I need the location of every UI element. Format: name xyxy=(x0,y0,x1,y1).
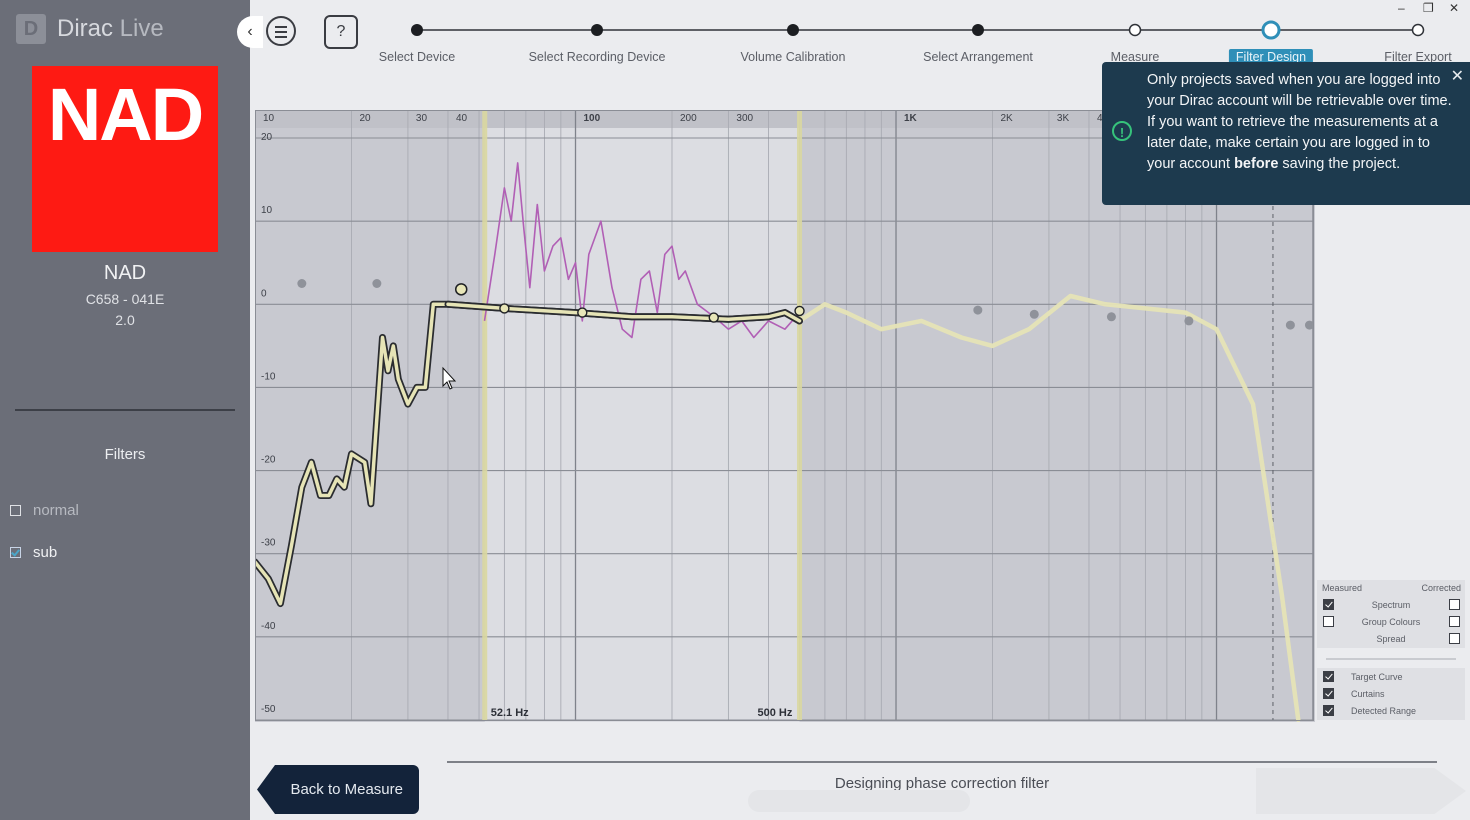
next-button-placeholder xyxy=(1256,768,1466,814)
filter-item-sub[interactable]: sub xyxy=(10,542,57,562)
progress-line xyxy=(447,761,1437,763)
progress-bar-placeholder xyxy=(748,790,970,812)
close-window-icon[interactable]: ✕ xyxy=(1449,1,1459,15)
legend-display-options: Measured Corrected Spectrum Group Colour… xyxy=(1317,580,1465,648)
legend-option-label: Target Curve xyxy=(1351,672,1403,682)
toast-message: Only projects saved when you are logged … xyxy=(1147,70,1452,175)
x-tick-label: 100 xyxy=(584,113,601,124)
filter-label: sub xyxy=(33,543,58,561)
info-exclamation-icon: ! xyxy=(1112,121,1132,141)
legend-row-label: Spectrum xyxy=(1371,600,1411,610)
step-dot-done xyxy=(411,24,423,36)
login-info-toast: ! Only projects saved when you are logge… xyxy=(1102,62,1470,205)
step-label[interactable]: Select Arrangement xyxy=(923,50,1033,64)
device-channels: 2.0 xyxy=(115,312,135,328)
legend-option-label: Curtains xyxy=(1351,689,1385,699)
target-control-point xyxy=(577,307,588,318)
filters-title: Filters xyxy=(104,446,146,463)
step-dot-active xyxy=(1261,20,1281,40)
close-icon[interactable]: ✕ xyxy=(1451,66,1464,86)
x-tick-label: 2K xyxy=(1000,113,1013,124)
reference-point xyxy=(973,305,983,315)
restore-icon[interactable]: ❐ xyxy=(1423,1,1434,15)
curtain-label: 52.1 Hz xyxy=(491,707,529,719)
spread-corrected-checkbox[interactable] xyxy=(1449,633,1460,644)
step-label[interactable]: Select Device xyxy=(379,50,455,64)
toast-text-after: saving the project. xyxy=(1278,156,1401,172)
x-tick-label: 20 xyxy=(359,113,371,124)
x-tick-label: 3K xyxy=(1057,113,1070,124)
spectrum-corrected-checkbox[interactable] xyxy=(1449,599,1460,610)
reference-point xyxy=(1184,316,1194,326)
target-control-point xyxy=(794,305,805,317)
step-dot-done xyxy=(787,24,799,36)
reference-point xyxy=(1106,312,1116,322)
minimize-icon[interactable]: – xyxy=(1398,1,1405,15)
legend-separator xyxy=(1326,658,1456,660)
step-dot-done xyxy=(591,24,603,36)
curtain-handle xyxy=(482,110,488,720)
y-tick-label: 10 xyxy=(261,205,273,216)
toast-text-bold: before xyxy=(1234,156,1279,172)
curtains-checkbox[interactable] xyxy=(1323,688,1334,699)
legend-row-label: Group Colours xyxy=(1361,617,1421,627)
x-tick-label: 40 xyxy=(456,113,468,124)
y-tick-label: 20 xyxy=(261,132,273,143)
brand-logo: NAD xyxy=(32,66,218,252)
step-dot-todo xyxy=(1128,23,1142,37)
step-dot-done xyxy=(972,24,984,36)
legend-option-label: Detected Range xyxy=(1351,706,1417,716)
y-tick-label: 0 xyxy=(261,288,267,299)
detected-range-checkbox[interactable] xyxy=(1323,705,1334,716)
target-control-point xyxy=(454,283,468,296)
legend-overlay-options: Target Curve Curtains Detected Range xyxy=(1317,668,1465,720)
device-name: NAD xyxy=(103,262,147,284)
step-label[interactable]: Volume Calibration xyxy=(741,50,846,64)
legend-row-label: Spread xyxy=(1376,634,1406,644)
target-control-point xyxy=(499,303,510,314)
x-tick-label: 30 xyxy=(416,113,428,124)
y-tick-label: -40 xyxy=(261,621,276,632)
reference-point xyxy=(1285,320,1295,330)
x-tick-label: 10 xyxy=(263,113,275,124)
curtain-label: 500 Hz xyxy=(758,707,793,719)
step-label[interactable]: Select Recording Device xyxy=(529,50,666,64)
reference-point xyxy=(297,279,307,288)
device-model: C658 - 041E xyxy=(85,291,165,307)
brand-logo-text: NAD xyxy=(47,73,204,156)
legend-corrected-header: Corrected xyxy=(1421,583,1461,593)
legend-panel: Measured Corrected Spectrum Group Colour… xyxy=(1317,580,1465,720)
target-curve-checkbox[interactable] xyxy=(1323,671,1334,682)
reference-point xyxy=(1304,320,1314,330)
group-colours-corrected-checkbox[interactable] xyxy=(1449,616,1460,627)
y-tick-label: -30 xyxy=(261,538,276,549)
filter-item-normal[interactable]: normal xyxy=(10,500,79,520)
filter-label: normal xyxy=(33,501,79,519)
step-dot-todo xyxy=(1411,23,1425,37)
detected-range-region xyxy=(484,110,800,722)
y-tick-label: -10 xyxy=(261,371,276,382)
x-tick-label: 200 xyxy=(680,113,697,124)
back-to-measure-button[interactable]: Back to Measure xyxy=(257,765,419,814)
target-control-point xyxy=(708,312,719,323)
x-tick-label: 1K xyxy=(904,113,918,124)
legend-measured-header: Measured xyxy=(1322,583,1363,593)
x-tick-label: 300 xyxy=(736,113,753,124)
y-tick-label: -20 xyxy=(261,455,276,466)
sidebar: D Dirac Live NAD NAD C658 - 041E 2.0 Fil… xyxy=(0,0,250,820)
filter-checkbox[interactable] xyxy=(10,504,21,516)
sidebar-divider xyxy=(15,409,235,411)
filter-checkbox[interactable] xyxy=(10,546,21,558)
reference-point xyxy=(1029,309,1039,319)
y-tick-label: -50 xyxy=(261,704,276,715)
curtain-handle xyxy=(797,110,803,720)
reference-point xyxy=(372,279,382,288)
